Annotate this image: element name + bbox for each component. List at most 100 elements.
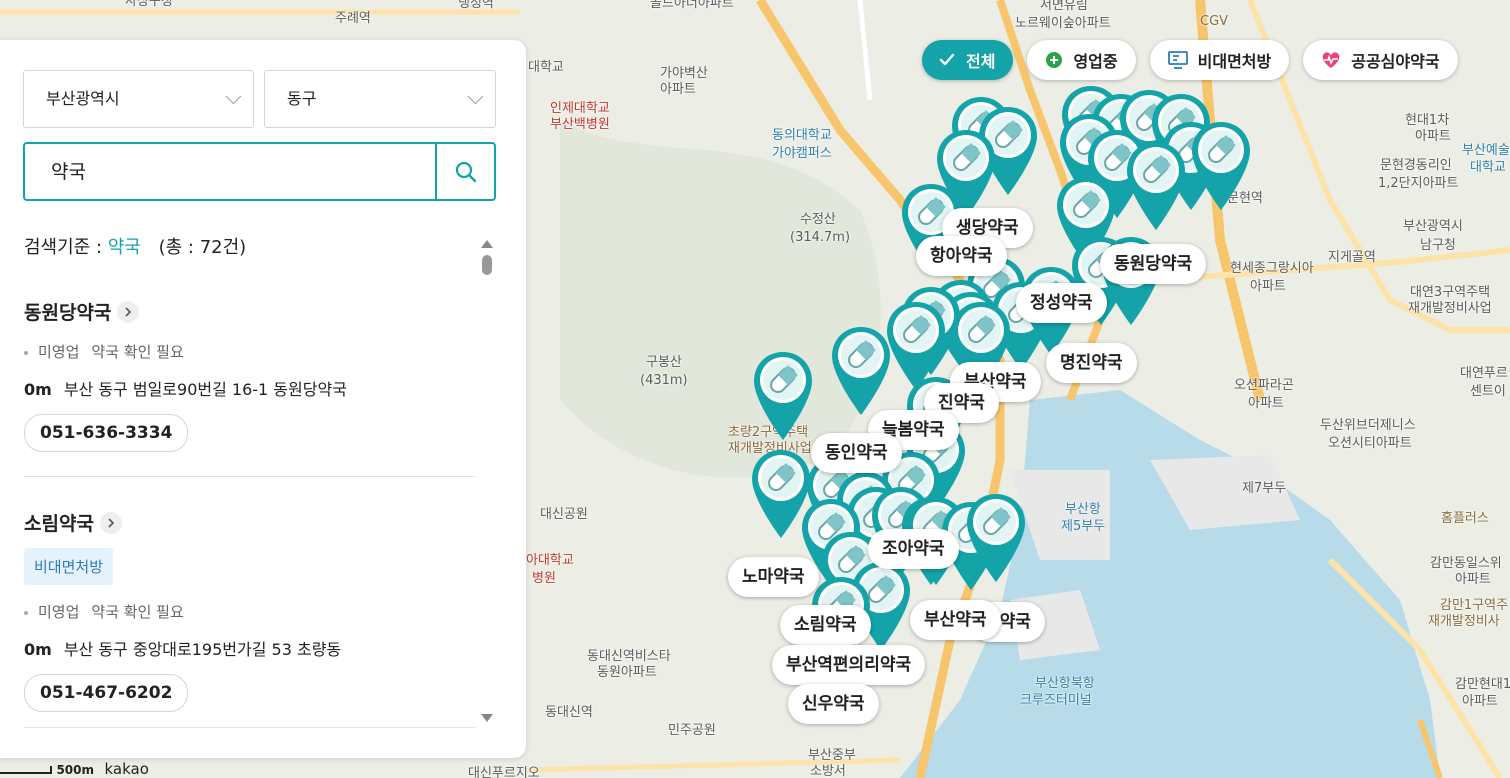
result-list: 동원당약국 미영업 약국 확인 필요 0m 부산 동구 범일로90번길 16-1 동… [24,280,476,728]
pharmacy-pin-icon[interactable] [1125,140,1187,232]
map-place-label: 지게골역 [1328,250,1376,265]
map-place-label: 노르웨이숲아파트 [1015,16,1111,31]
bullet-icon [24,610,28,615]
map-place-label: 대연푸르 [1460,366,1508,381]
total-count: (총 : 72건) [158,237,247,258]
bullet-icon [24,350,28,355]
list-item[interactable]: 동원당약국 미영업 약국 확인 필요 0m 부산 동구 범일로90번길 16-1 동… [24,280,476,477]
filter-label: 공공심야약국 [1351,52,1440,71]
filter-label: 전체 [966,52,996,71]
map-place-label: 문현경동리인 [1380,158,1452,173]
scroll-down-icon [481,714,493,722]
filter-chip[interactable]: 전체 [922,40,1014,80]
map-place-label: 현세종그랑시아 [1230,261,1314,276]
map-place-label: 부산예술 [1462,143,1510,158]
pharmacy-map-label[interactable]: 신우약국 [788,684,879,724]
distance: 0m [24,640,52,659]
map-place-label: 주례역 [335,11,371,26]
map-scale: 500m kakao [0,760,149,778]
plus-circle-icon [1045,51,1063,69]
pharmacy-pin-icon[interactable] [752,350,814,442]
distance: 0m [24,380,52,399]
chevron-right-icon[interactable] [99,511,122,534]
map-place-label: 골드아너아파트 [650,0,734,11]
map-place-label: 아파트 [1248,396,1284,411]
map-place-label: 구봉산 [646,355,682,370]
chevron-right-icon[interactable] [117,300,140,323]
map-place-label: 감만동일스위 [1430,556,1502,571]
district-select[interactable]: 동구 [264,70,496,128]
list-item[interactable]: 소림약국 비대면처방 미영업 약국 확인 필요 0m 부산 동구 중앙대로195번가… [24,477,476,728]
filter-bar: 전체 영업중 비대면처방 공공심야약국 [922,40,1458,80]
status-note: 약국 확인 필요 [91,603,184,621]
pharmacy-map-label[interactable]: 항아약국 [916,236,1007,276]
map-place-label: 아대학교 [526,553,574,568]
status-note: 약국 확인 필요 [91,343,184,361]
map-place-label: 대학교 [528,60,564,75]
map-place-label: 아파트 [660,82,696,97]
scale-label: 500m [56,763,95,777]
city-select[interactable]: 부산광역시 [23,70,254,128]
search-divider [435,144,437,199]
pharmacy-pin-icon[interactable] [965,492,1027,584]
map-place-label: 가야벽산 [660,66,708,81]
pharmacy-map-label[interactable]: 소림약국 [780,605,871,645]
criteria-keyword: 약국 [107,237,141,258]
phone-button[interactable]: 051-636-3334 [24,414,189,452]
filter-chip[interactable]: 비대면처방 [1149,40,1290,80]
phone-button[interactable]: 051-467-6202 [24,674,189,712]
scroll-up-icon [481,240,493,248]
map-place-label: 1,2단지아파트 [1378,176,1459,191]
city-select-value: 부산광역시 [46,89,120,108]
pharmacy-name[interactable]: 소림약국 [24,509,94,536]
filter-chip[interactable]: 공공심야약국 [1303,40,1458,80]
map-place-label: 제7부두 [1242,481,1287,496]
filter-label: 영업중 [1073,52,1118,71]
district-select-value: 동구 [287,89,317,108]
map-place-label: 동의대학교 [772,128,832,143]
map-place-label: 오션파라곤 [1234,378,1294,393]
pharmacy-name[interactable]: 동원당약국 [24,298,111,325]
scrollbar[interactable] [480,237,494,727]
map-place-label: CGV [1200,14,1229,29]
filter-label: 비대면처방 [1197,52,1272,71]
map-place-label: 서면유림 [1040,0,1088,13]
map-place-label: 대신공원 [540,507,588,522]
pharmacy-map-label[interactable]: 조아약국 [868,529,959,569]
map-place-label: 동대신역 [545,705,593,720]
pharmacy-map-label[interactable]: 노마약국 [728,557,819,597]
address: 부산 동구 범일로90번길 16-1 동원당약국 [63,380,347,399]
scale-bar [0,766,52,774]
kakao-logo: kakao [104,760,149,778]
address: 부산 동구 중앙대로195번가길 53 초량동 [63,640,342,659]
pharmacy-map-label[interactable]: 정성약국 [1016,283,1107,323]
pharmacy-map-label[interactable]: 부산역편의리약국 [772,645,926,685]
pharmacy-map-label[interactable]: 동인약국 [811,433,902,473]
search-panel: 부산광역시 동구 약국 검색기준 : 약국 (총 : 72건) 동원당약국 미영… [0,40,526,758]
map-place-label: 민주공원 [668,723,716,738]
map-place-label: 센트이 [1470,384,1506,399]
pharmacy-pin-icon[interactable] [830,325,892,417]
map-place-label: 재개발정비사업 [1408,301,1492,316]
map-place-label: 소방서 [810,764,846,778]
pharmacy-pin-icon[interactable] [1190,120,1252,212]
map-place-label: 감만현대1 [1455,677,1510,692]
pharmacy-map-label[interactable]: 부산약국 [910,600,1001,640]
search-button[interactable] [438,144,494,199]
pharmacy-map-label[interactable]: 명진약국 [1046,343,1137,383]
criteria-label: 검색기준 : [24,237,108,258]
map-place-label: 오션시티아파트 [1328,436,1412,451]
map-place-label: 아파트 [1250,279,1286,294]
map-place-label: 부산항 [1065,502,1101,517]
search-input[interactable]: 약국 [51,144,86,200]
map-place-label: 제5부두 [1061,519,1106,534]
map-place-label: 크루즈터미널 [1020,693,1092,708]
map-place-label: 홈플러스 [1441,511,1489,526]
map-place-label: 동원아파트 [597,665,657,680]
chevron-down-icon [225,88,242,105]
map-place-label: 현대1차 [1405,113,1450,128]
filter-chip[interactable]: 영업중 [1027,40,1136,80]
map-place-label: 대연3구역주택 [1410,285,1491,300]
pharmacy-map-label[interactable]: 동원당약국 [1100,244,1207,284]
map-place-label: 남구청 [1420,238,1456,253]
